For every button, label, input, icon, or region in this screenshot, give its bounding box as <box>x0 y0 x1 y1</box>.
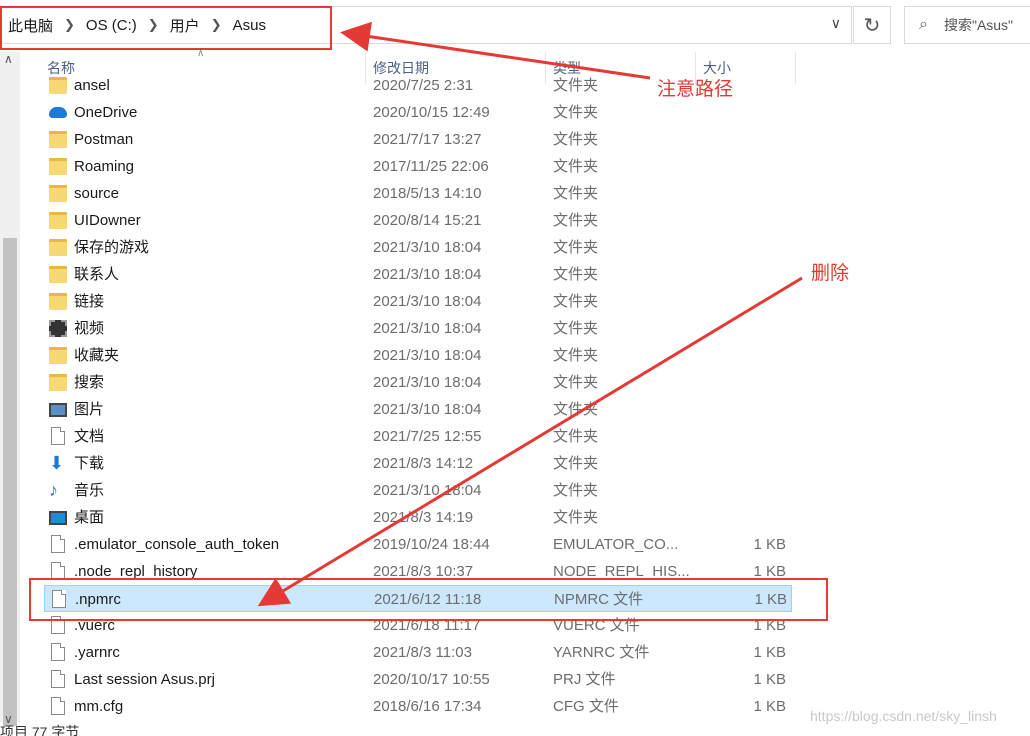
status-bar-text: 项目 77 字节 <box>0 724 80 736</box>
arrow-to-npmrc <box>257 276 803 607</box>
arrow-to-path <box>340 21 651 80</box>
watermark: https://blog.csdn.net/sky_linsh <box>810 708 997 724</box>
annotation-delete-note: 删除 <box>811 262 850 284</box>
annotation-path-note: 注意路径 <box>657 78 734 100</box>
annotation-arrows <box>257 21 803 607</box>
